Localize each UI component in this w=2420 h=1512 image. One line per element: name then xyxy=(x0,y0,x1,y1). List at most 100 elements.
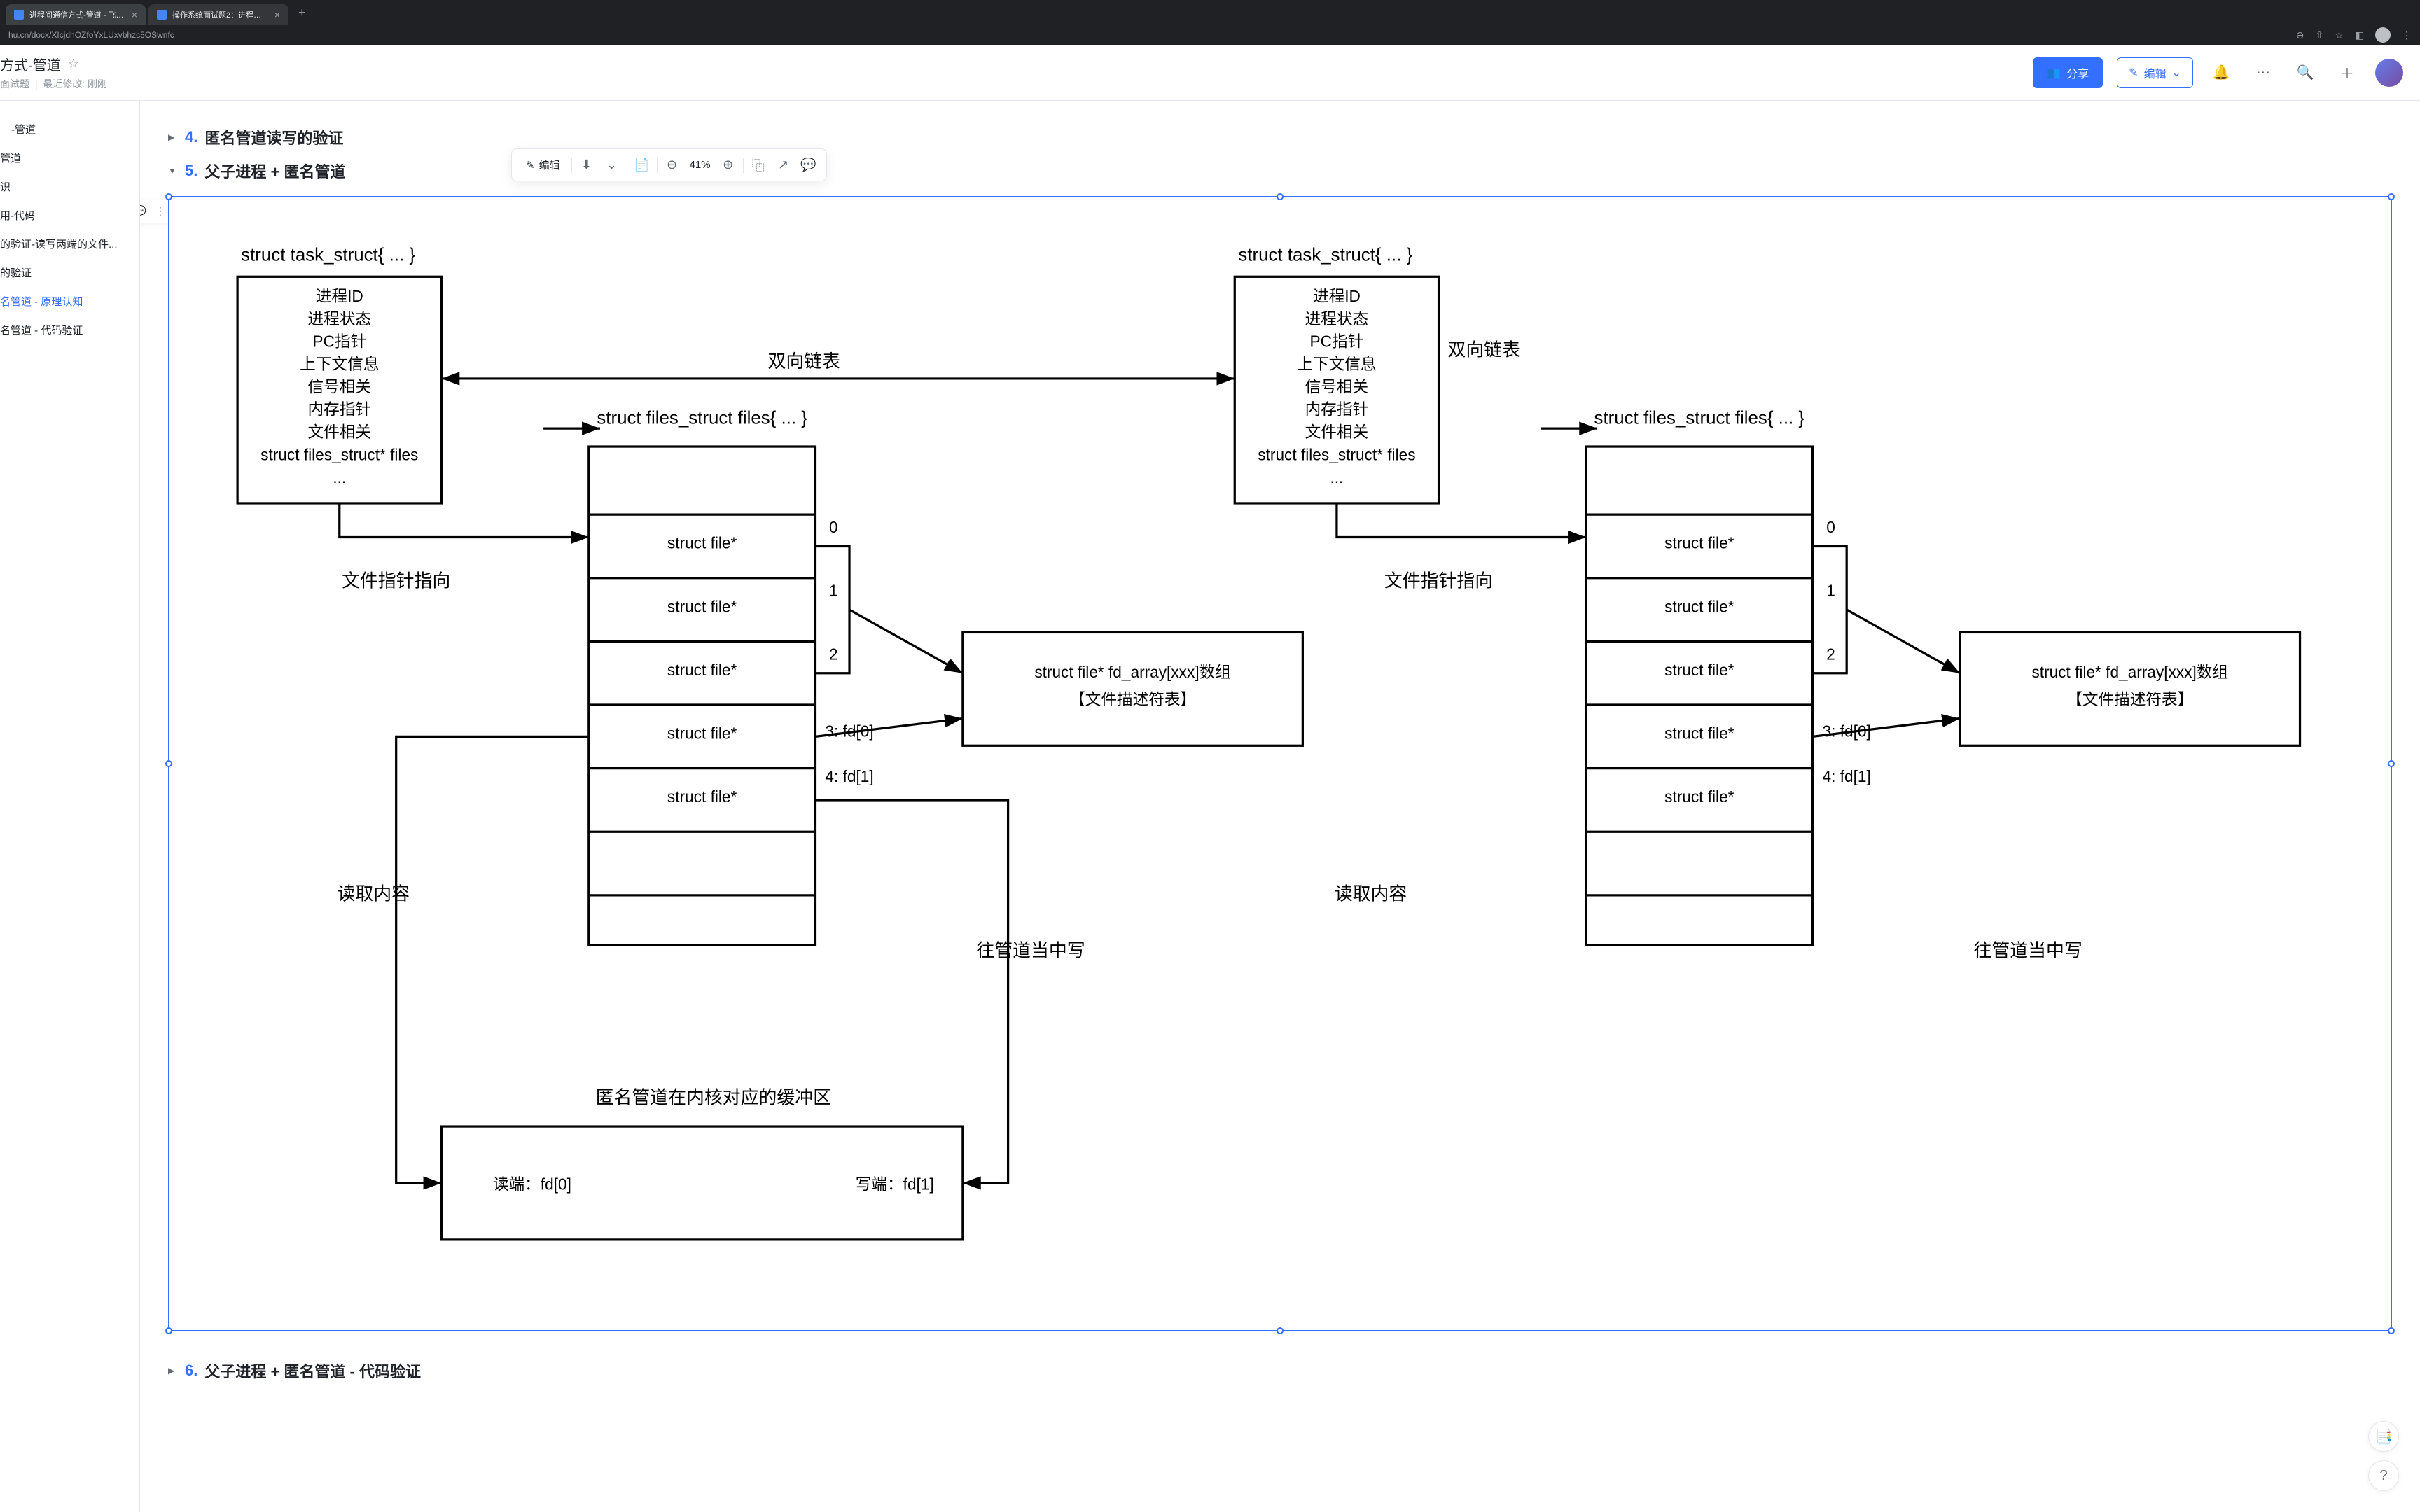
heading-text: 父子进程 + 匿名管道 xyxy=(204,160,345,182)
share-icon[interactable]: ↗ xyxy=(773,155,794,176)
new-tab-button[interactable]: + xyxy=(291,6,313,20)
share-icon[interactable]: ⇧ xyxy=(2315,29,2323,41)
field: struct file* xyxy=(1664,534,1734,552)
more-icon[interactable]: ⋯ xyxy=(2249,59,2277,87)
url-text: hu.cn/docx/XIcjdhOZfoYxLUxvbhzc5OSwnfc xyxy=(8,30,174,40)
field: 文件相关 xyxy=(1305,423,1369,441)
field: struct file* xyxy=(667,724,737,743)
close-icon[interactable]: × xyxy=(132,9,137,20)
label: 读取内容 xyxy=(338,883,410,904)
browser-tab[interactable]: 操作系统面试题2：进程间通信方式 × xyxy=(148,4,288,25)
resize-handle[interactable] xyxy=(165,1327,172,1334)
heading-text: 匿名管道读写的验证 xyxy=(204,126,343,148)
doc-title[interactable]: 方式-管道 xyxy=(0,54,61,74)
toc-item-active[interactable]: 名管道 - 原理认知 xyxy=(0,287,139,316)
field: 信号相关 xyxy=(1305,377,1369,396)
expand-arrow-icon[interactable]: ▼ xyxy=(168,166,178,176)
edit-label: 编辑 xyxy=(2144,64,2167,81)
user-avatar[interactable] xyxy=(2375,59,2403,87)
label: struct file* fd_array[xxx]数组 xyxy=(1034,663,1231,681)
help-fab[interactable]: ? xyxy=(2368,1460,2399,1491)
pencil-icon: ✎ xyxy=(526,159,535,172)
label: 【文件描述符表】 xyxy=(1069,690,1196,708)
bookmark-icon[interactable]: ☆ xyxy=(2335,29,2344,41)
diagram-toolbar: ✎ 编辑 ⬇ ⌄ 📄 ⊖ 41% ⊕ ⿻ ↗ 💬 xyxy=(511,148,827,181)
star-icon[interactable]: ☆ xyxy=(68,57,79,71)
share-button[interactable]: 👥 分享 xyxy=(2033,57,2103,88)
close-icon[interactable]: × xyxy=(274,9,280,20)
chevron-down-icon[interactable]: ⌄ xyxy=(601,155,623,176)
label: 往管道当中写 xyxy=(1973,940,2082,960)
tab-title: 操作系统面试题2：进程间通信方式 xyxy=(172,9,269,20)
heading-number: 5. xyxy=(185,162,197,180)
browser-tab[interactable]: 进程间通信方式-管道 - 飞书云文档 × xyxy=(6,4,146,25)
label: struct files_struct files{ ... } xyxy=(1594,409,1805,428)
collapse-arrow-icon[interactable]: ▶ xyxy=(168,132,178,142)
label: 读端：fd[0] xyxy=(493,1175,571,1194)
field: 进程ID xyxy=(316,287,363,305)
main-content: ▶ 4. 匿名管道读写的验证 ▼ 5. 父子进程 + 匿名管道 ✎ 编辑 ⬇ ⌄… xyxy=(140,101,2420,1512)
diagram-selected-frame[interactable]: struct task_struct{ ... } 进程ID 进程状态 PC指针… xyxy=(168,196,2392,1331)
field: ... xyxy=(1330,468,1343,486)
fab-container: 📑 ? xyxy=(2368,1421,2399,1491)
separator xyxy=(743,158,744,173)
chevron-down-icon: ⌄ xyxy=(2172,66,2181,80)
resize-handle[interactable] xyxy=(1277,1327,1284,1334)
field: 进程ID xyxy=(1313,287,1361,305)
menu-icon[interactable]: ⋮ xyxy=(2402,29,2412,41)
download-icon[interactable]: ⬇ xyxy=(576,155,597,176)
toc-item[interactable]: -管道 xyxy=(0,115,139,144)
bell-icon[interactable]: 🔔 xyxy=(2207,59,2235,87)
toc-item[interactable]: 识 xyxy=(0,172,139,201)
heading-5[interactable]: ▼ 5. 父子进程 + 匿名管道 xyxy=(168,160,2392,182)
field: 文件相关 xyxy=(307,423,371,441)
extensions-icon[interactable]: ◧ xyxy=(2355,29,2364,41)
field: struct files_struct* files xyxy=(1258,445,1415,463)
heading-4[interactable]: ▶ 4. 匿名管道读写的验证 xyxy=(168,126,2392,148)
collapse-arrow-icon[interactable]: ▶ xyxy=(168,1366,178,1376)
edit-button[interactable]: ✎ 编辑 ⌄ xyxy=(2117,57,2193,88)
page-icon[interactable]: 📄 xyxy=(632,155,653,176)
label: 0 xyxy=(829,518,838,536)
zoom-icon[interactable]: ⊖ xyxy=(2296,29,2304,41)
search-icon[interactable]: 🔍 xyxy=(2291,59,2319,87)
resize-handle[interactable] xyxy=(2388,193,2395,200)
toc-item[interactable]: 用-代码 xyxy=(0,201,139,230)
label: 双向链表 xyxy=(1448,340,1521,360)
diagram-edit-button[interactable]: ✎ 编辑 xyxy=(519,153,567,176)
toc-item[interactable]: 管道 xyxy=(0,144,139,172)
separator xyxy=(571,158,572,173)
toc-item[interactable]: 的验证 xyxy=(0,258,139,287)
header-actions: 👥 分享 ✎ 编辑 ⌄ 🔔 ⋯ 🔍 ＋ xyxy=(2033,57,2403,88)
pencil-icon: ✎ xyxy=(2129,66,2138,80)
resize-handle[interactable] xyxy=(165,193,172,200)
url-bar[interactable]: hu.cn/docx/XIcjdhOZfoYxLUxvbhzc5OSwnfc ⊖… xyxy=(0,25,2420,45)
field: 进程状态 xyxy=(1305,309,1369,328)
plus-icon[interactable]: ＋ xyxy=(2333,59,2361,87)
copy-icon[interactable]: ⿻ xyxy=(748,155,769,176)
field: struct file* xyxy=(667,534,737,552)
label: struct task_struct{ ... } xyxy=(1238,246,1412,265)
heading-6[interactable]: ▶ 6. 父子进程 + 匿名管道 - 代码验证 xyxy=(168,1359,2392,1382)
doc-meta-right: 最近修改: 刚刚 xyxy=(43,78,107,90)
resize-handle[interactable] xyxy=(1277,193,1284,200)
resize-handle[interactable] xyxy=(2388,760,2395,767)
label: 往管道当中写 xyxy=(976,940,1085,960)
tab-title: 进程间通信方式-管道 - 飞书云文档 xyxy=(29,9,126,20)
field: 上下文信息 xyxy=(1297,355,1376,373)
label: 匿名管道在内核对应的缓冲区 xyxy=(596,1088,831,1108)
label: 文件指针指向 xyxy=(342,571,450,592)
toc-item[interactable]: 名管道 - 代码验证 xyxy=(0,316,139,344)
comment-icon[interactable]: 💬 xyxy=(798,155,819,176)
field: struct file* xyxy=(1664,661,1734,679)
outline-fab[interactable]: 📑 xyxy=(2368,1421,2399,1452)
toc-item[interactable]: 的验证-读写两端的文件... xyxy=(0,230,139,258)
resize-handle[interactable] xyxy=(2388,1327,2395,1334)
box xyxy=(589,447,816,945)
zoom-out-icon[interactable]: ⊖ xyxy=(662,155,683,176)
box xyxy=(963,632,1303,746)
zoom-in-icon[interactable]: ⊕ xyxy=(718,155,739,176)
comment-icon[interactable]: 💬 xyxy=(140,203,149,220)
profile-avatar[interactable] xyxy=(2375,27,2391,43)
resize-handle[interactable] xyxy=(165,760,172,767)
